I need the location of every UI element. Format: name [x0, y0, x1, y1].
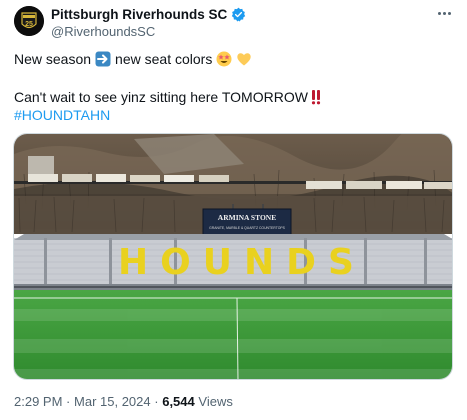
double-exclamation-emoji-icon	[311, 90, 321, 105]
tweet-line-2: Can't wait to see yinz sitting here TOMO…	[14, 88, 321, 106]
more-options-icon[interactable]	[434, 6, 454, 20]
scoreboard-title: ARMINA STONE	[218, 213, 276, 222]
soccer-pitch	[14, 290, 452, 379]
tweet-card: 25 Pittsburgh Riverhounds SC @Riverhound…	[0, 0, 467, 420]
star-struck-emoji-icon	[216, 51, 232, 67]
scoreboard-subtitle: GRANITE, MARBLE & QUARTZ COUNTERTOPS	[209, 226, 285, 230]
seat-letters: HOUNDS	[118, 242, 366, 283]
verified-badge-icon	[232, 7, 246, 22]
handle[interactable]: @RiverhoundsSC	[51, 24, 155, 39]
tweet-photo[interactable]: ARMINA STONE GRANITE, MARBLE & QUARTZ CO…	[13, 133, 453, 380]
author-row: Pittsburgh Riverhounds SC	[51, 7, 246, 22]
hashtag-link[interactable]: #HOUNDTAHN	[14, 106, 110, 124]
yellow-heart-emoji-icon	[237, 53, 252, 66]
stadium-photo: ARMINA STONE GRANITE, MARBLE & QUARTZ CO…	[14, 134, 452, 379]
meta-separator-1: ·	[66, 394, 71, 409]
riverhounds-crest-icon: 25	[14, 6, 44, 36]
tweet-line-1: New season new seat colors	[14, 50, 252, 68]
views-count: 6,544	[162, 394, 195, 409]
tweet-text-tomorrow: Can't wait to see yinz sitting here TOMO…	[14, 89, 308, 105]
avatar-number: 25	[25, 21, 33, 28]
tweet-text-new-season: New season	[14, 51, 92, 67]
avatar[interactable]: 25	[14, 6, 44, 36]
meta-separator-2: ·	[154, 394, 159, 409]
tweet-text-new-seat-colors: new seat colors	[115, 51, 213, 67]
scoreboard: ARMINA STONE GRANITE, MARBLE & QUARTZ CO…	[202, 204, 292, 237]
stadium-stands: HOUNDS	[14, 234, 452, 290]
building	[28, 156, 54, 174]
display-name[interactable]: Pittsburgh Riverhounds SC	[51, 7, 227, 22]
tweet-time[interactable]: 2:29 PM	[14, 394, 62, 409]
right-arrow-emoji-icon	[95, 51, 111, 67]
tweet-meta: 2:29 PM · Mar 15, 2024 · 6,544 Views	[14, 394, 233, 409]
views-label: Views	[198, 394, 233, 409]
tweet-date[interactable]: Mar 15, 2024	[74, 394, 151, 409]
